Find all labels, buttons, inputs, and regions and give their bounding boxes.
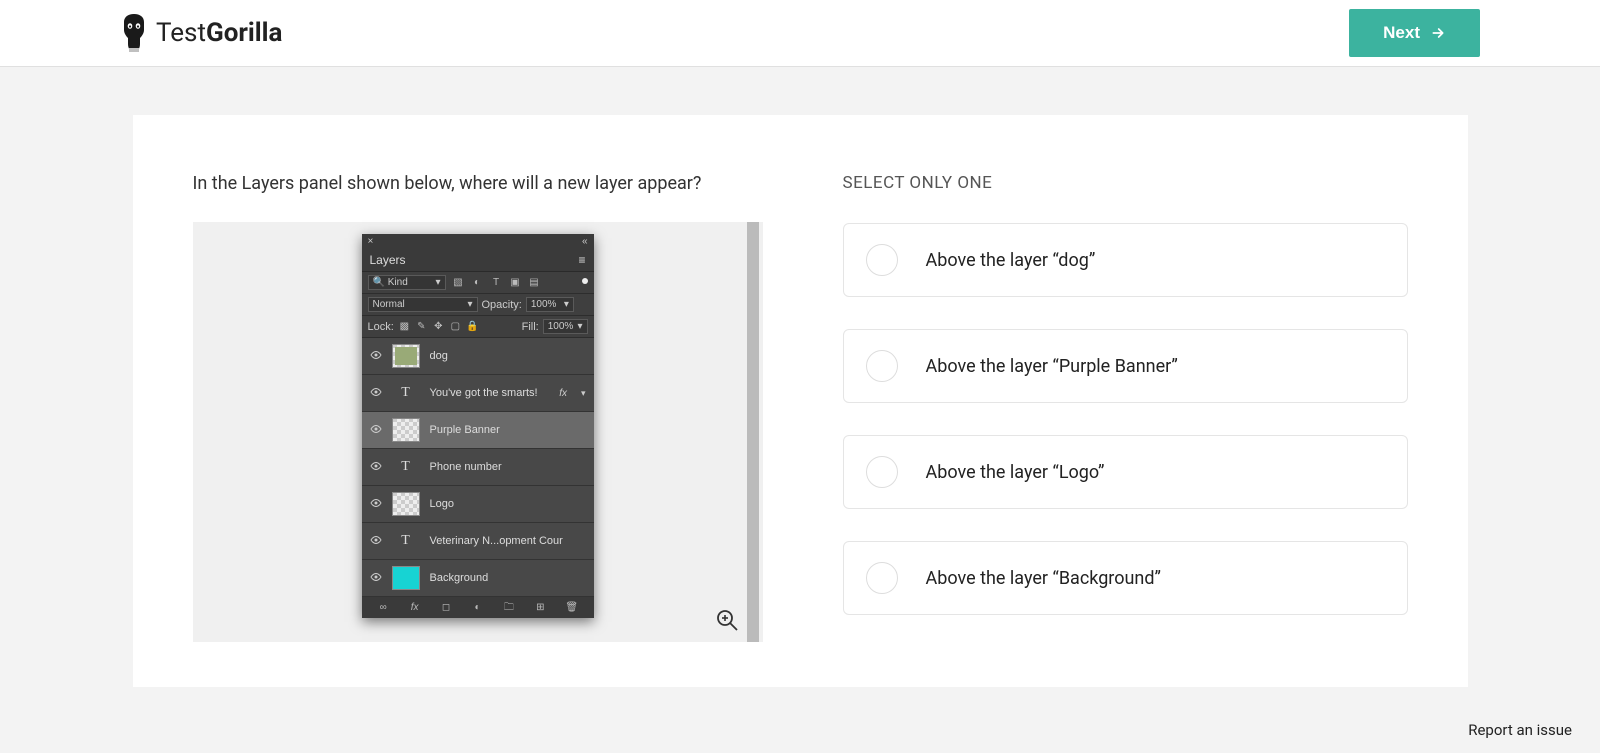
visibility-icon — [370, 423, 382, 438]
question-column: In the Layers panel shown below, where w… — [193, 173, 763, 647]
brand-text: TestGorilla — [156, 18, 282, 48]
layer-name: Phone number — [430, 461, 586, 473]
lock-row: Lock: ▩ ✎ ✥ ▢ 🔒 Fill: 100%▾ — [362, 316, 594, 338]
mask-icon: ◻ — [440, 601, 453, 614]
visibility-icon — [370, 497, 382, 512]
opacity-select: 100%▾ — [526, 297, 574, 312]
brand-logo: TestGorilla — [120, 12, 282, 54]
question-image: × « Layers ≡ 🔍 Kind▾ ▧ ◐ T ▣ — [193, 222, 763, 642]
filter-smart-icon: ▤ — [528, 276, 541, 289]
layer-thumbnail: T — [392, 529, 420, 553]
layer-row: Background — [362, 560, 594, 597]
menu-icon: ≡ — [578, 253, 585, 267]
lock-artboard-icon: ▢ — [449, 320, 462, 333]
visibility-icon — [370, 460, 382, 475]
layer-thumbnail: T — [392, 381, 420, 405]
layer-thumbnail: T — [392, 455, 420, 479]
answer-option-label: Above the layer “Background” — [926, 568, 1161, 589]
fx-badge: fx — [559, 388, 567, 399]
gorilla-icon — [120, 12, 148, 54]
next-button-label: Next — [1383, 23, 1420, 43]
blend-row: Normal▾ Opacity: 100%▾ — [362, 294, 594, 316]
layer-name: Background — [430, 572, 586, 584]
filter-text-icon: T — [490, 276, 503, 289]
lock-brush-icon: ✎ — [415, 320, 428, 333]
visibility-icon — [370, 571, 382, 586]
layer-row: T Phone number — [362, 449, 594, 486]
answer-option-3[interactable]: Above the layer “Background” — [843, 541, 1408, 615]
answer-option-label: Above the layer “Logo” — [926, 462, 1105, 483]
question-text: In the Layers panel shown below, where w… — [193, 173, 763, 194]
panel-title: Layers — [370, 253, 406, 267]
folder-icon: 🗀 — [502, 601, 515, 614]
filter-adjustment-icon: ◐ — [471, 276, 484, 289]
layer-row: Purple Banner — [362, 412, 594, 449]
radio-icon — [866, 562, 898, 594]
trash-icon: 🗑 — [565, 601, 578, 614]
arrow-right-icon — [1430, 25, 1446, 41]
new-layer-icon: ⊞ — [534, 601, 547, 614]
question-card: In the Layers panel shown below, where w… — [133, 115, 1468, 687]
answer-option-1[interactable]: Above the layer “Purple Banner” — [843, 329, 1408, 403]
answer-option-label: Above the layer “dog” — [926, 250, 1096, 271]
blend-mode-select: Normal▾ — [368, 297, 478, 312]
adjustment-icon: ◐ — [471, 601, 484, 614]
opacity-label: Opacity: — [482, 299, 522, 311]
layer-name: You've got the smarts! — [430, 387, 550, 399]
layer-thumbnail — [392, 344, 420, 368]
layer-row: T Veterinary N...opment Cour — [362, 523, 594, 560]
panel-tab: Layers ≡ — [362, 249, 594, 272]
answer-option-0[interactable]: Above the layer “dog” — [843, 223, 1408, 297]
fill-label: Fill: — [522, 321, 539, 333]
chevron-down-icon: ▾ — [581, 388, 586, 399]
layers-list: dog T You've got the smarts! fx ▾ Purple Bann… — [362, 338, 594, 597]
lock-label: Lock: — [368, 321, 394, 333]
layer-name: Purple Banner — [430, 424, 586, 436]
layer-thumbnail — [392, 492, 420, 516]
answers-instruction: SELECT ONLY ONE — [843, 173, 1408, 193]
filter-kind-select: 🔍 Kind▾ — [368, 275, 446, 290]
report-issue-link[interactable]: Report an issue — [1468, 721, 1572, 739]
filter-shape-icon: ▣ — [509, 276, 522, 289]
header: TestGorilla Next — [0, 0, 1600, 67]
answer-option-label: Above the layer “Purple Banner” — [926, 356, 1178, 377]
image-scrollbar[interactable] — [747, 222, 759, 642]
answer-option-2[interactable]: Above the layer “Logo” — [843, 435, 1408, 509]
radio-icon — [866, 350, 898, 382]
zoom-in-icon[interactable] — [715, 608, 739, 632]
collapse-icon: « — [582, 236, 588, 247]
radio-icon — [866, 456, 898, 488]
layer-name: dog — [430, 350, 586, 362]
panel-top-bar: × « — [362, 234, 594, 249]
filter-row: 🔍 Kind▾ ▧ ◐ T ▣ ▤ — [362, 272, 594, 294]
layer-name: Veterinary N...opment Cour — [430, 535, 586, 547]
link-icon: ∞ — [377, 601, 390, 614]
next-button[interactable]: Next — [1349, 9, 1480, 57]
answers-column: SELECT ONLY ONE Above the layer “dog” Abo… — [843, 173, 1408, 647]
layer-name: Logo — [430, 498, 586, 510]
layer-row: T You've got the smarts! fx ▾ — [362, 375, 594, 412]
radio-icon — [866, 244, 898, 276]
layer-row: Logo — [362, 486, 594, 523]
visibility-icon — [370, 349, 382, 364]
visibility-icon — [370, 534, 382, 549]
filter-toggle-icon — [582, 278, 588, 284]
lock-move-icon: ✥ — [432, 320, 445, 333]
visibility-icon — [370, 386, 382, 401]
panel-bottom-bar: ∞ fx ◻ ◐ 🗀 ⊞ 🗑 — [362, 597, 594, 618]
layer-thumbnail — [392, 566, 420, 590]
lock-transparent-icon: ▩ — [398, 320, 411, 333]
fill-select: 100%▾ — [543, 319, 588, 334]
close-icon: × — [368, 236, 374, 247]
layer-row: dog — [362, 338, 594, 375]
layer-thumbnail — [392, 418, 420, 442]
lock-all-icon: 🔒 — [466, 320, 479, 333]
layers-panel: × « Layers ≡ 🔍 Kind▾ ▧ ◐ T ▣ — [362, 234, 594, 618]
fx-icon: fx — [408, 601, 421, 614]
filter-pixel-icon: ▧ — [452, 276, 465, 289]
